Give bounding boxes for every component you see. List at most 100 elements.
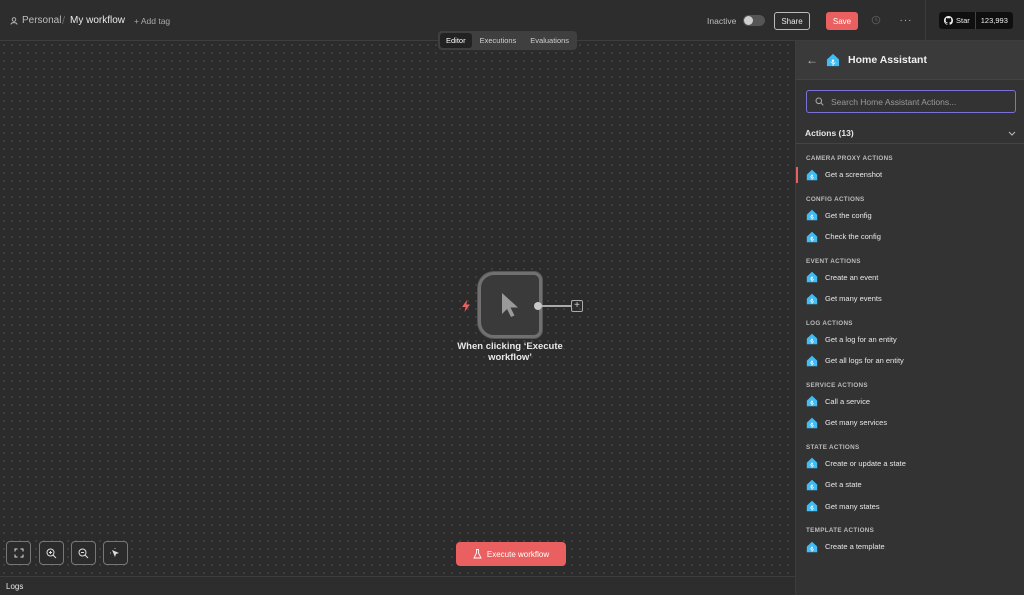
github-star-button[interactable]: Star 123,993	[939, 12, 1013, 29]
action-item[interactable]: Get many states	[796, 496, 1024, 518]
action-item-label: Create an event	[825, 272, 879, 282]
action-item[interactable]: Check the config	[796, 226, 1024, 248]
action-item-label: Create a template	[825, 542, 885, 552]
action-item-label: Create or update a state	[825, 458, 906, 468]
action-item-label: Get many states	[825, 501, 880, 511]
action-item-label: Get all logs for an entity	[825, 356, 904, 366]
home-assistant-icon	[806, 541, 818, 552]
panel-header: ← Home Assistant	[796, 41, 1024, 80]
active-toggle[interactable]	[743, 15, 766, 26]
github-icon	[944, 16, 953, 25]
search-placeholder: Search Home Assistant Actions...	[831, 96, 957, 107]
panel-title: Home Assistant	[848, 54, 927, 66]
github-star-count: 123,993	[980, 16, 1008, 25]
tidy-up-button[interactable]	[103, 541, 128, 565]
actions-list: CAMERA PROXY ACTIONS Get a screenshot CONF…	[796, 153, 1024, 558]
add-node-plus-icon[interactable]: +	[571, 300, 583, 312]
action-item-label: Call a service	[825, 396, 871, 406]
chevron-down-icon	[1008, 131, 1016, 136]
trigger-bolt-icon	[462, 300, 470, 312]
action-item-label: Get many events	[825, 294, 882, 304]
section-label: CONFIG ACTIONS	[806, 195, 865, 203]
action-item[interactable]: Call a service	[796, 391, 1024, 413]
section-label: TEMPLATE ACTIONS	[806, 527, 875, 534]
action-item[interactable]: Get many events	[796, 288, 1024, 310]
action-item-label: Get many services	[825, 418, 888, 428]
node-creator-panel: ← Home Assistant Search Home Assistant A…	[795, 41, 1024, 595]
view-tabs: Editor Executions Evaluations	[438, 31, 578, 50]
save-button[interactable]: Save	[826, 12, 858, 30]
zoom-in-button[interactable]	[39, 541, 64, 565]
home-assistant-icon	[806, 458, 818, 469]
share-button[interactable]: Share	[774, 12, 810, 30]
actions-search-input[interactable]: Search Home Assistant Actions...	[806, 90, 1016, 113]
action-item[interactable]: Get all logs for an entity	[796, 350, 1024, 372]
home-assistant-icon	[806, 479, 818, 490]
action-item[interactable]: Get a screenshot	[796, 164, 1024, 186]
action-item[interactable]: Create a template	[796, 536, 1024, 558]
search-icon	[815, 97, 824, 106]
section-label: SERVICE ACTIONS	[806, 381, 868, 389]
action-item-label: Get a state	[825, 480, 862, 490]
section-label: EVENT ACTIONS	[806, 257, 861, 265]
logs-bar[interactable]: Logs	[0, 576, 795, 595]
home-assistant-icon	[806, 272, 818, 283]
add-tag-button[interactable]: + Add tag	[134, 0, 170, 41]
inactive-label: Inactive	[707, 15, 737, 26]
more-options-button[interactable]: ···	[899, 14, 913, 26]
action-item-label: Check the config	[825, 232, 881, 242]
home-assistant-icon	[806, 396, 818, 407]
trigger-node-label: When clicking ‘Execute workflow’	[457, 341, 563, 363]
trigger-node[interactable]	[478, 272, 542, 338]
action-item-label: Get a log for an entity	[825, 334, 897, 344]
home-assistant-icon	[806, 355, 818, 366]
action-item[interactable]: Create or update a state	[796, 453, 1024, 475]
tab-editor[interactable]: Editor	[440, 33, 472, 48]
home-assistant-icon	[806, 210, 818, 221]
history-icon[interactable]	[870, 14, 882, 26]
section-label: LOG ACTIONS	[806, 319, 853, 327]
zoom-out-button[interactable]	[71, 541, 96, 565]
workflow-canvas[interactable]	[0, 41, 795, 576]
fit-view-button[interactable]	[6, 541, 31, 565]
home-assistant-icon	[806, 231, 818, 242]
action-item[interactable]: Get a state	[796, 474, 1024, 496]
breadcrumb-personal[interactable]: Personal	[10, 0, 61, 41]
breadcrumb-separator: /	[62, 14, 66, 27]
divider	[925, 0, 926, 41]
fit-view-icon	[14, 548, 23, 558]
section-label: STATE ACTIONS	[806, 443, 860, 451]
action-item[interactable]: Get the config	[796, 205, 1024, 227]
user-icon	[10, 16, 18, 25]
action-item[interactable]: Get many services	[796, 412, 1024, 434]
logs-label: Logs	[6, 581, 24, 591]
back-arrow-icon[interactable]: ←	[806, 53, 818, 67]
execute-workflow-label: Execute workflow	[486, 549, 550, 559]
node-connector-line	[542, 305, 572, 307]
home-assistant-icon	[806, 334, 818, 345]
github-star-label: Star	[956, 16, 970, 25]
execute-workflow-button[interactable]: Execute workflow	[456, 542, 566, 566]
home-assistant-icon	[806, 501, 818, 512]
tab-executions[interactable]: Executions	[474, 33, 523, 48]
section-label: CAMERA PROXY ACTIONS	[806, 155, 893, 162]
home-assistant-icon	[826, 53, 840, 67]
cursor-pointer-icon	[502, 293, 518, 317]
active-toggle-group: Inactive	[707, 0, 766, 41]
actions-header-label: Actions (13)	[805, 128, 854, 138]
zoom-in-icon	[46, 548, 57, 558]
actions-accordion-header[interactable]: Actions (13)	[796, 123, 1024, 144]
flask-icon	[473, 549, 482, 559]
home-assistant-icon	[806, 293, 818, 304]
home-assistant-icon	[806, 417, 818, 428]
action-item-label: Get the config	[825, 210, 872, 220]
tab-evaluations[interactable]: Evaluations	[524, 33, 575, 48]
node-output-handle[interactable]	[534, 302, 542, 310]
action-item[interactable]: Get a log for an entity	[796, 329, 1024, 351]
zoom-out-icon	[78, 548, 89, 558]
action-item-label: Get a screenshot	[825, 170, 883, 180]
action-item[interactable]: Create an event	[796, 267, 1024, 289]
breadcrumb-personal-label: Personal	[22, 15, 62, 26]
workflow-title[interactable]: My workflow	[70, 0, 125, 41]
magic-cursor-icon	[110, 547, 119, 557]
